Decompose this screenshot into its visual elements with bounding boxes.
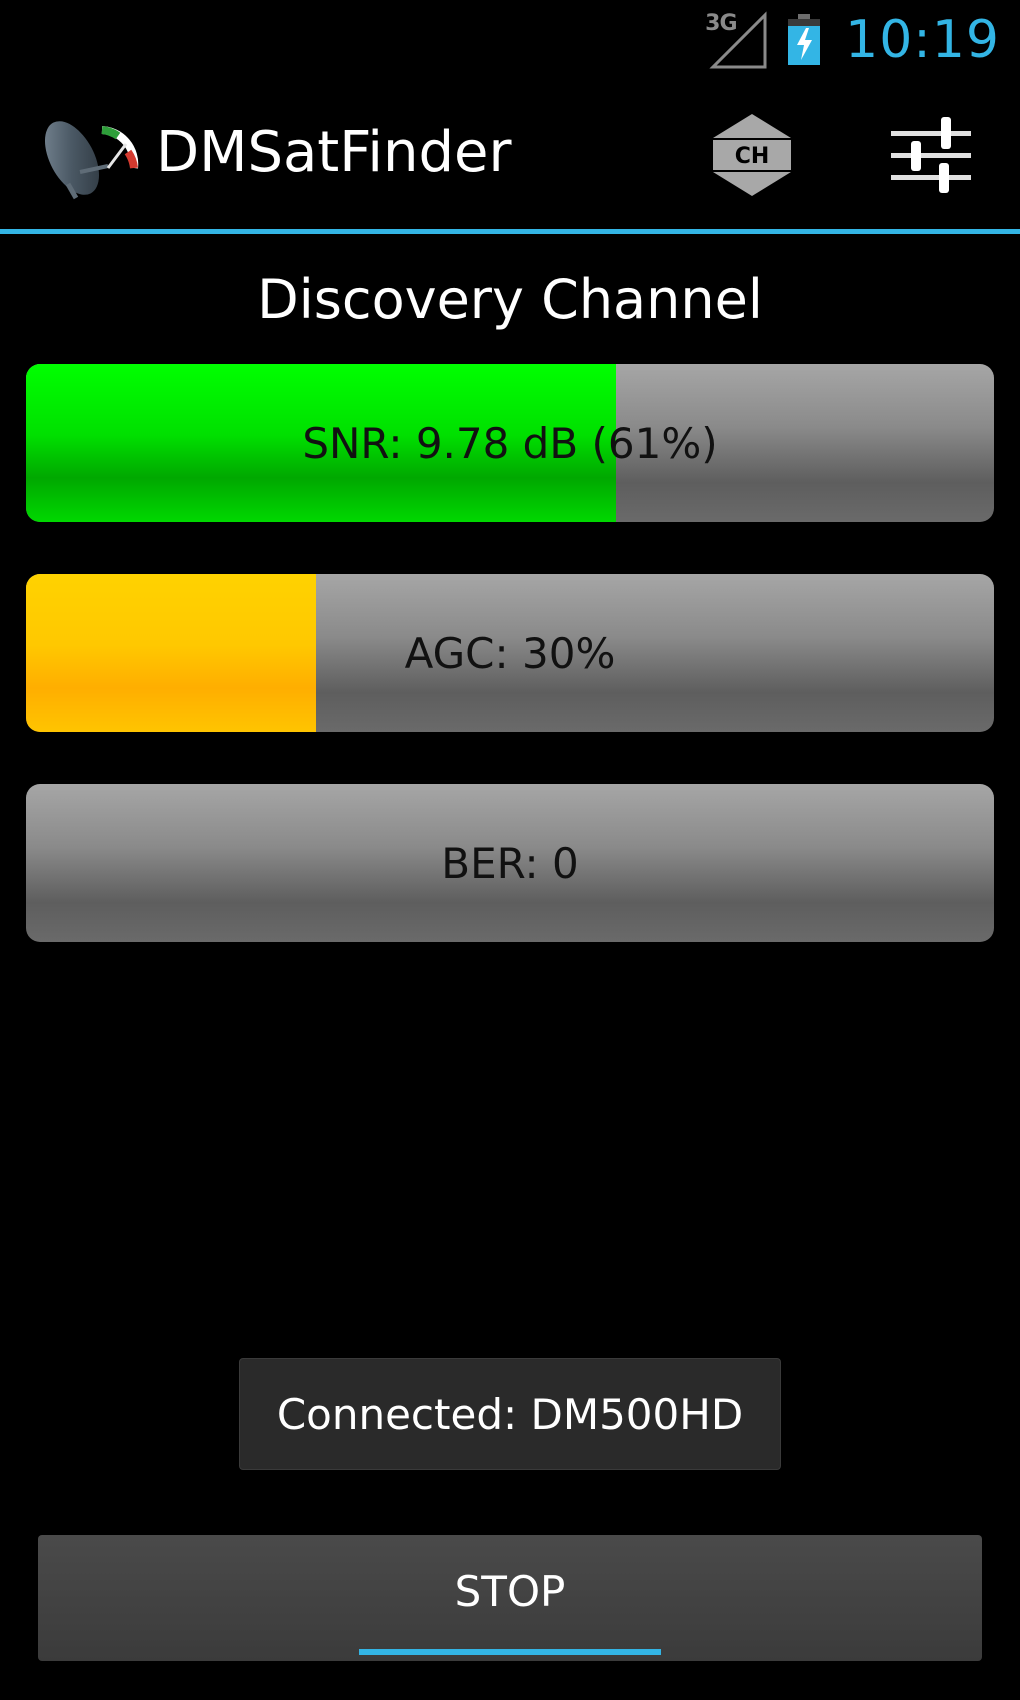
stop-button[interactable]: STOP — [38, 1535, 982, 1661]
channel-up-down-icon: CH — [713, 114, 791, 196]
settings-button[interactable] — [876, 100, 986, 210]
satellite-dish-gauge-icon — [38, 110, 142, 202]
battery-charging-icon — [787, 14, 821, 66]
status-clock: 10:19 — [845, 10, 1000, 70]
channel-name: Discovery Channel — [257, 268, 763, 331]
signal-strength-icon: 3G — [705, 11, 767, 69]
stop-button-focus-indicator — [359, 1649, 661, 1655]
snr-meter: SNR: 9.78 dB (61%) — [26, 364, 994, 522]
snr-meter-label: SNR: 9.78 dB (61%) — [302, 418, 718, 468]
ber-meter: BER: 0 — [26, 784, 994, 942]
app-title: DMSatFinder — [156, 120, 512, 185]
network-type-label: 3G — [705, 11, 737, 36]
action-bar-divider — [0, 229, 1020, 234]
status-indicators: 3G 10:19 — [705, 0, 1000, 80]
stop-button-label: STOP — [454, 1567, 566, 1616]
agc-meter: AGC: 30% — [26, 574, 994, 732]
channel-button[interactable]: CH — [697, 100, 807, 210]
connection-status-toast: Connected: DM500HD — [239, 1358, 781, 1470]
sliders-settings-icon — [891, 117, 971, 193]
channel-button-label: CH — [735, 144, 770, 169]
agc-meter-label: AGC: 30% — [404, 628, 616, 678]
status-bar: 3G 10:19 — [0, 0, 1020, 81]
action-bar: DMSatFinder CH — [0, 80, 1020, 229]
ber-meter-label: BER: 0 — [441, 838, 579, 888]
